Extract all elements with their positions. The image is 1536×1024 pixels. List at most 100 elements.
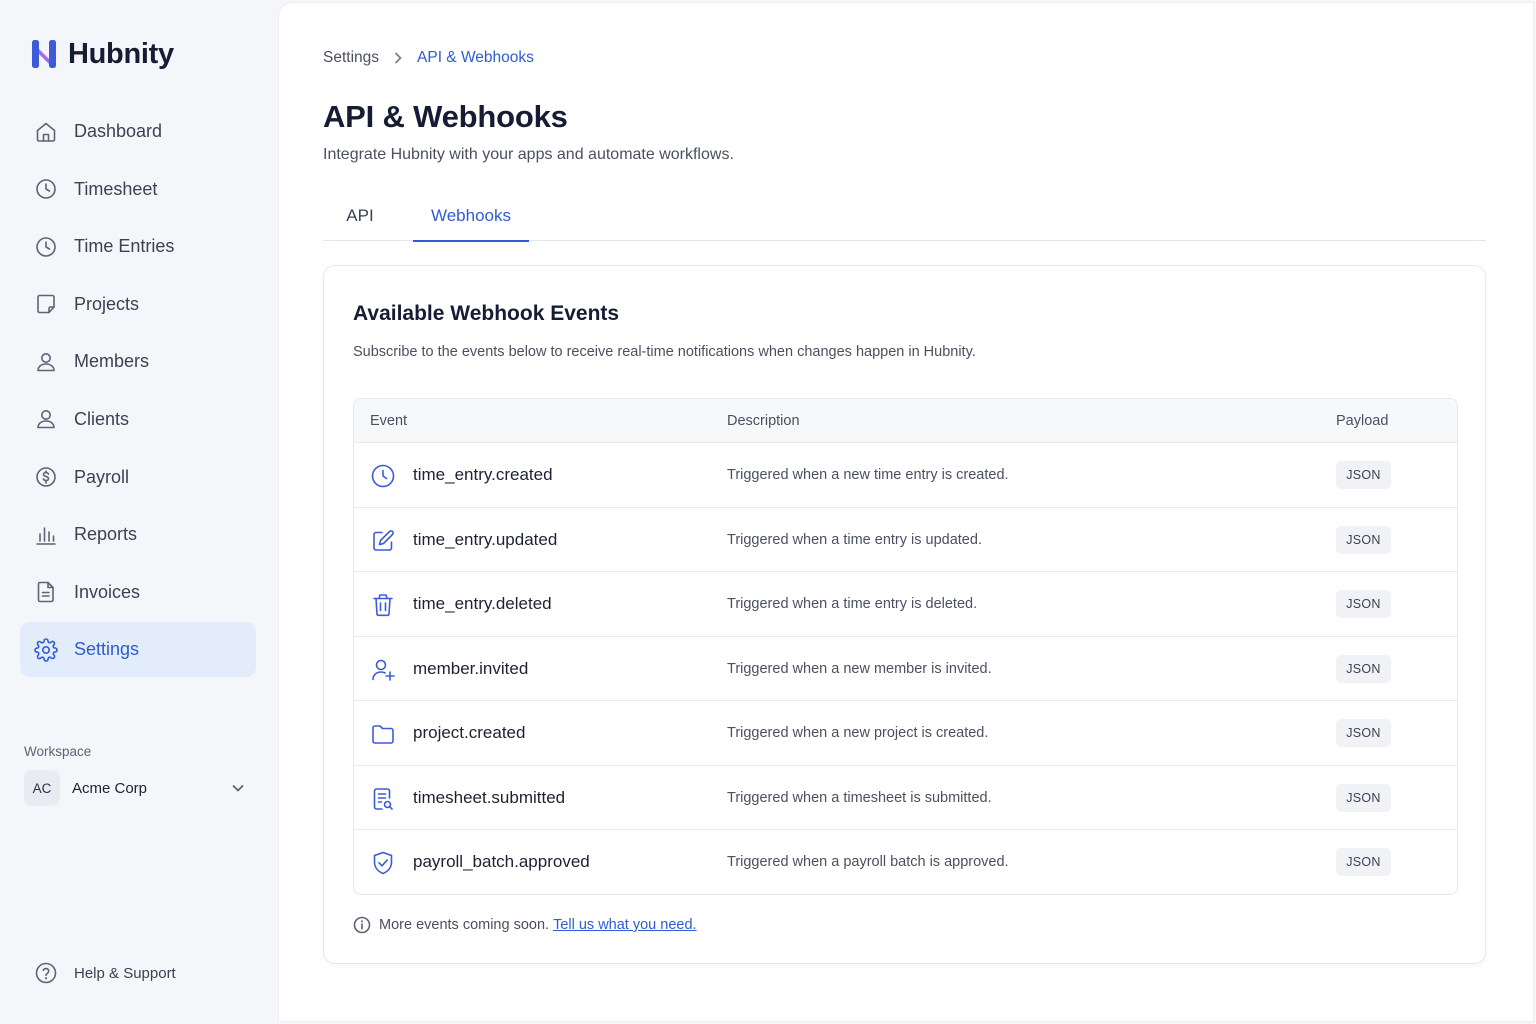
tab-api[interactable]: API bbox=[323, 191, 397, 241]
shield-check-icon bbox=[370, 850, 396, 876]
page-title: API & Webhooks bbox=[323, 99, 568, 134]
event-name: project.created bbox=[413, 723, 526, 742]
tab-bar: API Webhooks bbox=[323, 191, 1486, 242]
event-description: Triggered when a time entry is deleted. bbox=[727, 596, 978, 612]
help-support-label: Help & Support bbox=[74, 964, 176, 982]
question-circle-icon bbox=[35, 962, 57, 984]
workspace-label: Workspace bbox=[24, 744, 92, 759]
event-name: time_entry.deleted bbox=[413, 594, 552, 613]
clock-icon bbox=[34, 235, 58, 259]
bar-chart-icon bbox=[34, 523, 58, 547]
sidebar-item-invoices[interactable]: Invoices bbox=[20, 565, 256, 620]
event-name: timesheet.submitted bbox=[413, 787, 566, 807]
sidebar-item-label: Reports bbox=[74, 524, 138, 545]
sidebar-item-settings[interactable]: Settings bbox=[20, 622, 256, 678]
workspace-avatar: AC bbox=[24, 770, 60, 806]
app-logo[interactable]: Hubnity bbox=[30, 36, 174, 72]
event-name: payroll_batch.approved bbox=[413, 852, 590, 871]
sidebar-nav: Dashboard Timesheet Time Entries Project… bbox=[20, 104, 256, 680]
payload-badge: JSON bbox=[1336, 783, 1391, 812]
home-icon bbox=[34, 120, 58, 144]
chevron-down-icon bbox=[230, 780, 256, 796]
trash-icon bbox=[370, 592, 396, 618]
breadcrumb: Settings API & Webhooks bbox=[323, 49, 534, 67]
payload-badge: JSON bbox=[1336, 848, 1391, 876]
column-header-description: Description bbox=[727, 413, 800, 429]
sidebar-item-label: Members bbox=[74, 351, 150, 372]
table-row[interactable]: timesheet.submitted Triggered when a tim… bbox=[354, 766, 1457, 830]
sidebar-item-members[interactable]: Members bbox=[20, 334, 256, 389]
sidebar-item-payroll[interactable]: Payroll bbox=[20, 450, 256, 505]
table-row[interactable]: project.created Triggered when a new pro… bbox=[354, 701, 1457, 766]
payload-badge: JSON bbox=[1336, 719, 1391, 747]
sidebar-item-clients[interactable]: Clients bbox=[20, 392, 256, 447]
event-name: time_entry.updated bbox=[413, 529, 558, 549]
sidebar-item-label: Invoices bbox=[74, 581, 141, 602]
edit-icon bbox=[370, 528, 396, 554]
chevron-right-icon bbox=[391, 51, 405, 65]
event-description: Triggered when a timesheet is submitted. bbox=[727, 789, 992, 806]
event-description: Triggered when a new time entry is creat… bbox=[727, 467, 1009, 483]
event-name: time_entry.created bbox=[413, 465, 553, 484]
payload-badge: JSON bbox=[1336, 461, 1391, 489]
sidebar-item-label: Settings bbox=[74, 639, 140, 660]
column-header-event: Event bbox=[370, 413, 408, 429]
sidebar-item-label: Timesheet bbox=[74, 178, 158, 199]
table-header: Event Description Payload bbox=[354, 399, 1457, 443]
tab-webhooks[interactable]: Webhooks bbox=[413, 191, 529, 242]
breadcrumb-current: API & Webhooks bbox=[417, 49, 534, 66]
sidebar: Hubnity Dashboard Timesheet Time Entries… bbox=[0, 0, 278, 1024]
workspace-name: Acme Corp bbox=[72, 779, 148, 797]
sidebar-item-reports[interactable]: Reports bbox=[20, 507, 256, 562]
gear-icon bbox=[34, 638, 58, 662]
user-icon bbox=[34, 407, 58, 431]
card-title: Available Webhook Events bbox=[353, 302, 620, 325]
clock-icon bbox=[370, 463, 396, 489]
feedback-link[interactable]: Tell us what you need. bbox=[553, 917, 696, 933]
workspace-selector[interactable]: AC Acme Corp bbox=[22, 768, 256, 808]
sidebar-item-label: Dashboard bbox=[74, 121, 163, 141]
event-description: Triggered when a new member is invited. bbox=[727, 660, 992, 677]
sidebar-item-label: Time Entries bbox=[74, 236, 175, 257]
sidebar-item-label: Clients bbox=[74, 408, 130, 429]
sidebar-item-time-entries[interactable]: Time Entries bbox=[20, 219, 256, 274]
user-plus-icon bbox=[370, 657, 396, 683]
table-row[interactable]: time_entry.updated Triggered when a time… bbox=[354, 508, 1457, 572]
app-name: Hubnity bbox=[68, 37, 174, 70]
sidebar-item-dashboard[interactable]: Dashboard bbox=[20, 104, 256, 159]
sidebar-item-projects[interactable]: Projects bbox=[20, 277, 256, 332]
clock-icon bbox=[34, 177, 58, 201]
event-description: Triggered when a new project is created. bbox=[727, 725, 989, 741]
sidebar-item-timesheet[interactable]: Timesheet bbox=[20, 162, 256, 217]
document-search-icon bbox=[370, 786, 396, 812]
event-description: Triggered when a time entry is updated. bbox=[727, 531, 982, 548]
sidebar-item-label: Payroll bbox=[74, 466, 130, 487]
footer-note: More events coming soon. Tell us what yo… bbox=[353, 916, 697, 934]
table-row[interactable]: time_entry.created Triggered when a new … bbox=[354, 443, 1457, 508]
event-name: member.invited bbox=[413, 658, 529, 678]
breadcrumb-settings[interactable]: Settings bbox=[323, 49, 379, 67]
info-icon bbox=[353, 916, 371, 934]
event-description: Triggered when a payroll batch is approv… bbox=[727, 854, 1009, 870]
sidebar-item-label: Projects bbox=[74, 293, 140, 314]
table-row[interactable]: time_entry.deleted Triggered when a time… bbox=[354, 572, 1457, 637]
hubnity-logo-icon bbox=[32, 40, 56, 68]
webhook-events-card: Available Webhook Events Subscribe to th… bbox=[323, 265, 1486, 964]
table-row[interactable]: payroll_batch.approved Triggered when a … bbox=[354, 830, 1457, 894]
footer-note-text: More events coming soon. bbox=[379, 917, 550, 933]
folder-icon bbox=[370, 721, 396, 747]
document-icon bbox=[34, 580, 58, 604]
dollar-circle-icon bbox=[34, 465, 58, 489]
page-subtitle: Integrate Hubnity with your apps and aut… bbox=[323, 146, 734, 163]
webhook-events-table: Event Description Payload time_entry.cre… bbox=[353, 398, 1458, 895]
payload-badge: JSON bbox=[1336, 654, 1391, 683]
user-icon bbox=[34, 350, 58, 374]
table-row[interactable]: member.invited Triggered when a new memb… bbox=[354, 637, 1457, 701]
help-support-link[interactable]: Help & Support bbox=[34, 959, 176, 987]
square-icon bbox=[34, 292, 58, 316]
payload-badge: JSON bbox=[1336, 525, 1391, 554]
payload-badge: JSON bbox=[1336, 590, 1391, 618]
main-content: Settings API & Webhooks API & Webhooks I… bbox=[278, 2, 1534, 1022]
card-subtitle: Subscribe to the events below to receive… bbox=[353, 344, 976, 360]
column-header-payload: Payload bbox=[1336, 413, 1389, 429]
